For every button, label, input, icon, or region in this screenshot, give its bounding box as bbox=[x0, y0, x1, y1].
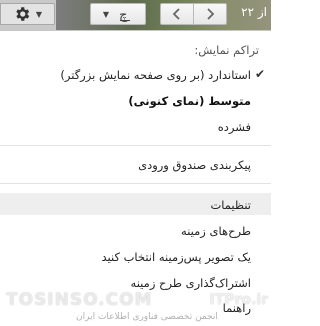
custom-background-item[interactable]: یک تصویر پس‌زمینه انتخاب کنید bbox=[12, 250, 251, 264]
svg-text:چ: چ bbox=[119, 8, 128, 22]
share-theme-item[interactable]: اشتراک‌گذاری طرح زمینه bbox=[12, 276, 251, 290]
settings-item[interactable]: تنظیمات bbox=[12, 198, 251, 212]
configure-inbox-item[interactable]: پیکربندی صندوق ورودی bbox=[12, 158, 251, 172]
settings-button[interactable]: ▼ bbox=[0, 3, 55, 25]
density-option-comfortable[interactable]: استاندارد (بر روی صفحه نمایش بزرگتر) bbox=[12, 68, 251, 82]
settings-menu: تراکم نمایش: ✔ استاندارد (بر روی صفحه نم… bbox=[0, 30, 271, 326]
menu-divider bbox=[0, 183, 271, 184]
check-icon: ✔ bbox=[255, 67, 266, 81]
older-button[interactable] bbox=[193, 3, 227, 25]
density-option-cozy[interactable]: متوسط (نمای کنونی) bbox=[12, 94, 251, 108]
themes-item[interactable]: طرح‌های زمینه bbox=[12, 224, 251, 238]
page-count: از ۲۲ bbox=[241, 5, 267, 19]
chevron-down-icon: ▼ bbox=[102, 9, 110, 19]
chevron-left-icon bbox=[172, 8, 180, 20]
input-tools-button[interactable]: ▼ چ bbox=[90, 3, 146, 25]
density-header: تراکم نمایش: bbox=[194, 43, 259, 57]
menu-divider bbox=[0, 145, 271, 146]
newer-button[interactable] bbox=[160, 3, 194, 25]
chevron-right-icon bbox=[207, 8, 215, 20]
help-item[interactable]: راهنما bbox=[12, 301, 251, 315]
toolbar: ▼ ▼ چ از ۲۲ bbox=[0, 0, 271, 30]
chevron-down-icon: ▼ bbox=[35, 9, 43, 19]
input-tools-icon: چ bbox=[119, 8, 131, 22]
density-option-compact[interactable]: فشرده bbox=[12, 120, 251, 134]
gear-icon bbox=[16, 7, 30, 21]
